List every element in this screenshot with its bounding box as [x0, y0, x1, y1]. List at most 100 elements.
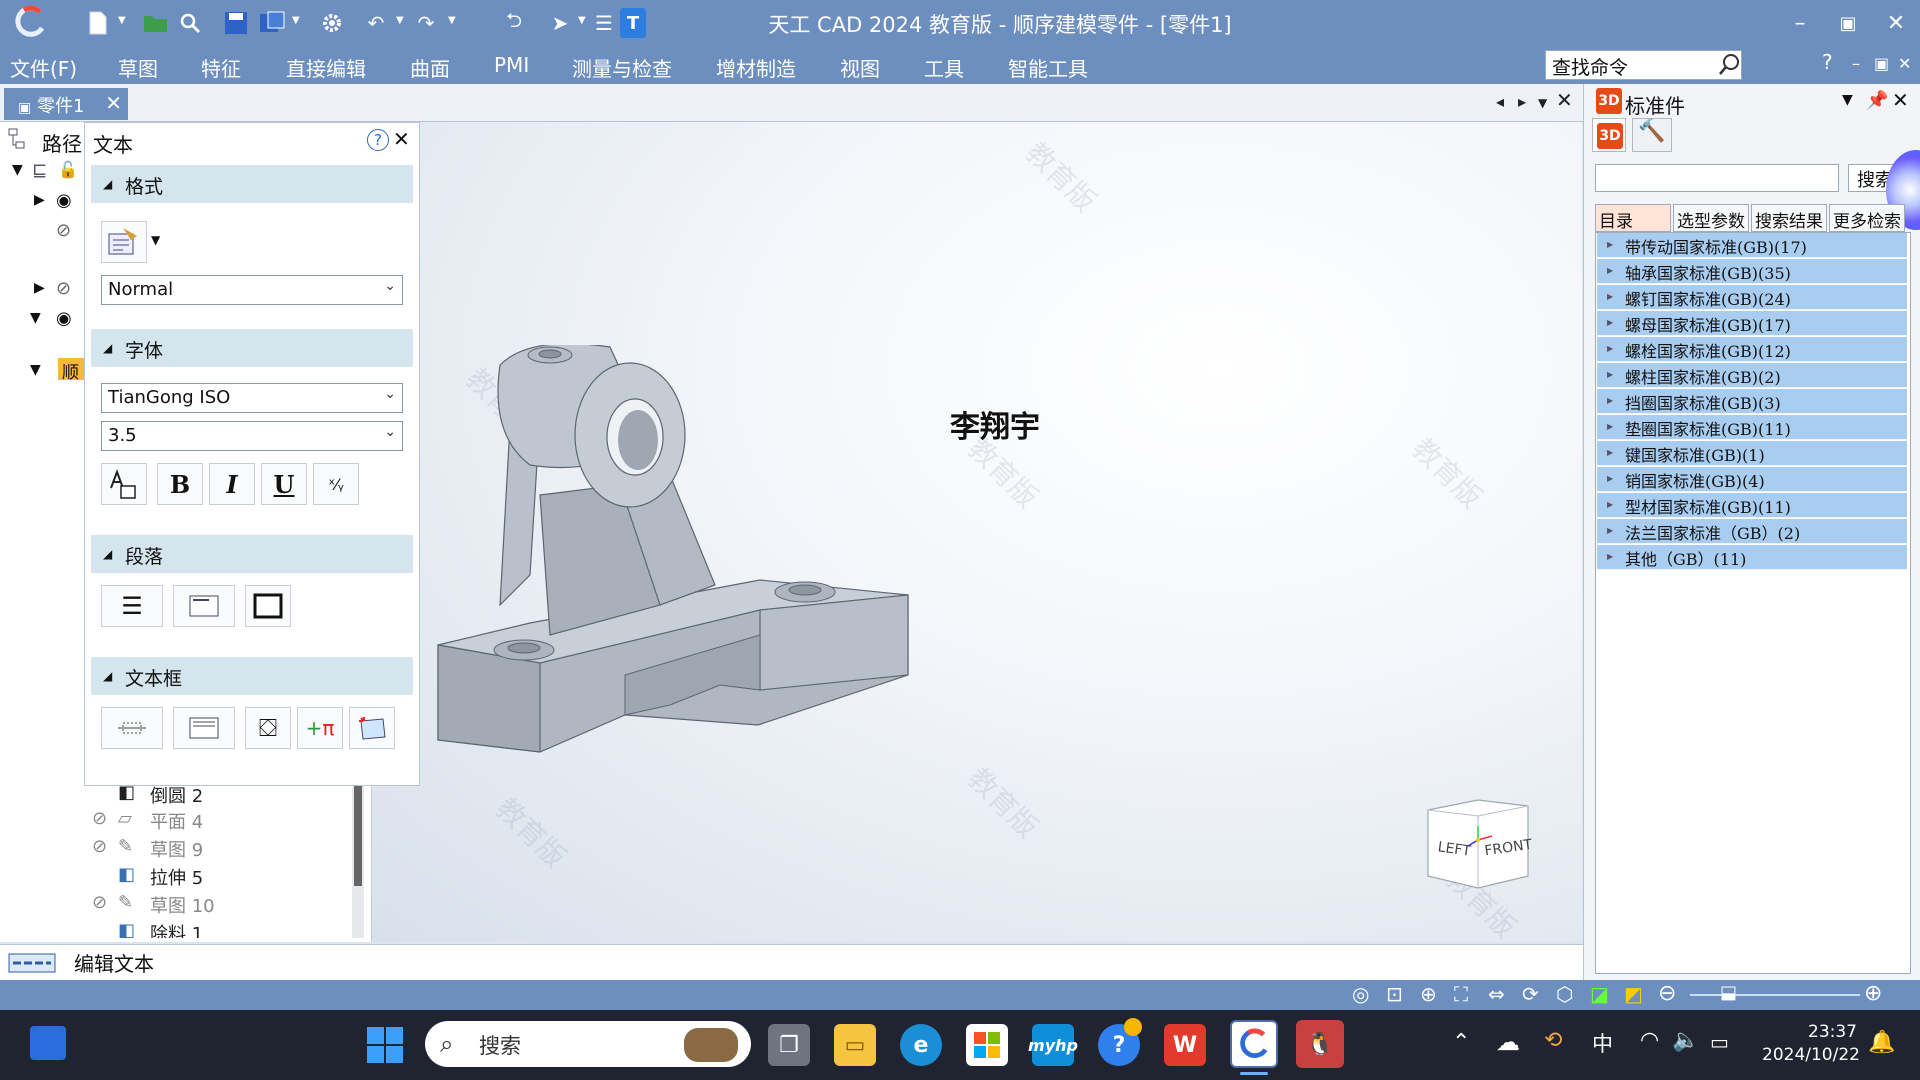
textbox-color-button[interactable] — [349, 707, 395, 749]
tree-item-sketch-10[interactable]: ⊘ ✎ 草图 10 — [0, 892, 360, 917]
tree-item-extrude-5[interactable]: ◧ 拉伸 5 — [0, 864, 360, 889]
section-format[interactable]: ◢ 格式 — [91, 165, 413, 203]
fit-view-icon[interactable]: ⛶ — [1454, 982, 1468, 1006]
collapse-icon[interactable]: ▼ — [30, 310, 41, 326]
back-icon[interactable]: ⮌ — [500, 8, 528, 38]
category-item[interactable]: ▶ 销国家标准(GB)(4) — [1597, 467, 1907, 492]
fill-color-button[interactable]: ⛋ — [245, 707, 291, 749]
onedrive-cloud-icon[interactable]: ☁ — [1496, 1028, 1520, 1056]
redo-caret-icon[interactable]: ▼ — [448, 15, 456, 26]
zoom-slider-thumb[interactable]: ⬓ — [1720, 982, 1737, 1003]
expand-icon[interactable]: ▶ — [34, 192, 45, 208]
parts-tool-tab[interactable]: 🔨 — [1632, 118, 1672, 152]
parts-search-input[interactable] — [1595, 164, 1839, 192]
panel-close-icon[interactable]: ✕ — [393, 127, 410, 151]
search-highlight-image[interactable] — [684, 1028, 738, 1062]
tab-search-results[interactable]: 搜索结果 — [1751, 204, 1827, 232]
expand-root-icon[interactable]: ▼ — [12, 162, 23, 178]
category-item[interactable]: ▶ 法兰国家标准（GB）(2) — [1597, 519, 1907, 544]
input-method-indicator[interactable]: 中 — [1592, 1028, 1613, 1058]
app-logo-icon[interactable] — [12, 4, 48, 40]
lock-icon[interactable]: 🔓 — [58, 160, 78, 179]
tab-scroll-right-icon[interactable]: ▸ — [1518, 92, 1526, 111]
menu-feature[interactable]: 特征 — [201, 53, 241, 82]
select-caret-icon[interactable]: ▼ — [578, 15, 586, 26]
redo-icon[interactable]: ↷ — [412, 8, 440, 38]
menu-view[interactable]: 视图 — [840, 53, 880, 82]
expand-triangle-icon[interactable]: ▶ — [1607, 370, 1613, 379]
expand-triangle-icon[interactable]: ▶ — [1607, 500, 1613, 509]
view-cube[interactable]: LEFT FRONT — [1424, 796, 1534, 896]
hidden-eye-icon[interactable]: ⊘ — [56, 220, 71, 241]
widgets-icon[interactable] — [30, 1026, 66, 1060]
start-windows-icon[interactable] — [366, 1026, 404, 1064]
font-size-select[interactable]: 3.5 ⌄ — [101, 421, 403, 451]
style-manager-button[interactable] — [101, 221, 147, 263]
undo-caret-icon[interactable]: ▼ — [396, 15, 404, 26]
minimize-button[interactable]: – — [1780, 6, 1820, 40]
customize-toolbar-icon[interactable]: ☰ — [594, 8, 614, 38]
hidden-eye-icon[interactable]: ⊘ — [56, 278, 71, 299]
color-style-icon[interactable]: ◩ — [1624, 982, 1643, 1006]
zoom-in-icon[interactable]: ⊕ — [1864, 981, 1882, 1006]
menu-surface[interactable]: 曲面 — [410, 53, 450, 82]
expand-triangle-icon[interactable]: ▶ — [1607, 292, 1613, 301]
menu-file[interactable]: 文件(F) — [10, 53, 77, 82]
expand-triangle-icon[interactable]: ▶ — [1607, 396, 1613, 405]
underline-button[interactable]: U — [261, 463, 307, 505]
expand-triangle-icon[interactable]: ▶ — [1607, 266, 1613, 275]
sync-app-icon[interactable]: ⟲ — [1544, 1028, 1562, 1053]
tree-scrollbar[interactable] — [352, 778, 364, 938]
new-file-icon[interactable] — [84, 8, 112, 38]
tree-item-sketch-9[interactable]: ⊘ ✎ 草图 9 — [0, 836, 360, 861]
style-dropdown-caret-icon[interactable]: ▼ — [151, 233, 160, 247]
tree-item-cut-1[interactable]: ◧ 除料 1 — [0, 920, 360, 938]
paragraph-format-button[interactable] — [173, 585, 235, 627]
expand-triangle-icon[interactable]: ▶ — [1607, 526, 1613, 535]
expand-triangle-icon[interactable]: ▶ — [1607, 240, 1613, 249]
bold-button[interactable]: B — [157, 463, 203, 505]
visible-eye-icon[interactable]: ◉ — [56, 190, 72, 211]
tab-close-icon[interactable]: ✕ — [105, 91, 122, 115]
menu-pmi[interactable]: PMI — [494, 53, 529, 77]
settings-gear-icon[interactable] — [318, 8, 346, 38]
category-item[interactable]: ▶ 螺柱国家标准(GB)(2) — [1597, 363, 1907, 388]
category-item[interactable]: ▶ 螺钉国家标准(GB)(24) — [1597, 285, 1907, 310]
file-explorer-icon[interactable]: ▭ — [834, 1024, 876, 1066]
save-as-icon[interactable] — [258, 8, 286, 38]
menu-smart-tools[interactable]: 智能工具 — [1008, 53, 1088, 82]
render-mode-icon[interactable]: ◪ — [1590, 982, 1609, 1006]
hidden-eye-icon[interactable]: ⊘ — [92, 892, 107, 913]
zoom-out-icon[interactable]: ⊖ — [1658, 981, 1676, 1006]
category-item[interactable]: ▶ 带传动国家标准(GB)(17) — [1597, 233, 1907, 258]
rotate-icon[interactable]: ⟳ — [1522, 982, 1539, 1006]
category-item[interactable]: ▶ 键国家标准(GB)(1) — [1597, 441, 1907, 466]
3d-part-model[interactable] — [430, 345, 910, 755]
text-border-button[interactable] — [245, 585, 291, 627]
italic-button[interactable]: I — [209, 463, 255, 505]
category-item[interactable]: ▶ 型材国家标准(GB)(11) — [1597, 493, 1907, 518]
microsoft-store-icon[interactable] — [966, 1024, 1008, 1066]
maximize-button[interactable]: ▣ — [1828, 6, 1868, 40]
save-icon[interactable] — [222, 8, 250, 38]
tree-scrollbar-thumb[interactable] — [354, 786, 362, 886]
select-pointer-icon[interactable]: ➤ — [548, 8, 572, 38]
category-item[interactable]: ▶ 其他（GB）(11) — [1597, 545, 1907, 570]
expand-triangle-icon[interactable]: ▶ — [1607, 318, 1613, 327]
panel-help-icon[interactable]: ? — [367, 129, 389, 151]
undo-icon[interactable]: ↶ — [362, 8, 390, 38]
doc-restore-icon[interactable]: ▣ — [1874, 54, 1889, 73]
close-window-button[interactable]: ✕ — [1876, 6, 1916, 40]
text-color-button[interactable] — [101, 463, 147, 505]
view-camera-icon[interactable]: ◎ — [1352, 982, 1369, 1006]
clock-time[interactable]: 23:37 — [1808, 1022, 1857, 1042]
hidden-eye-icon[interactable]: ⊘ — [92, 836, 107, 857]
edge-browser-icon[interactable]: e — [900, 1024, 942, 1066]
menu-sketch[interactable]: 草图 — [118, 53, 158, 82]
section-paragraph[interactable]: ◢ 段落 — [91, 535, 413, 573]
collapse-icon[interactable]: ▼ — [30, 362, 41, 378]
category-item[interactable]: ▶ 轴承国家标准(GB)(35) — [1597, 259, 1907, 284]
menu-measure-inspect[interactable]: 测量与检查 — [572, 53, 672, 82]
font-family-select[interactable]: TianGong ISO ⌄ — [101, 383, 403, 413]
wps-office-icon[interactable]: W — [1164, 1024, 1206, 1066]
